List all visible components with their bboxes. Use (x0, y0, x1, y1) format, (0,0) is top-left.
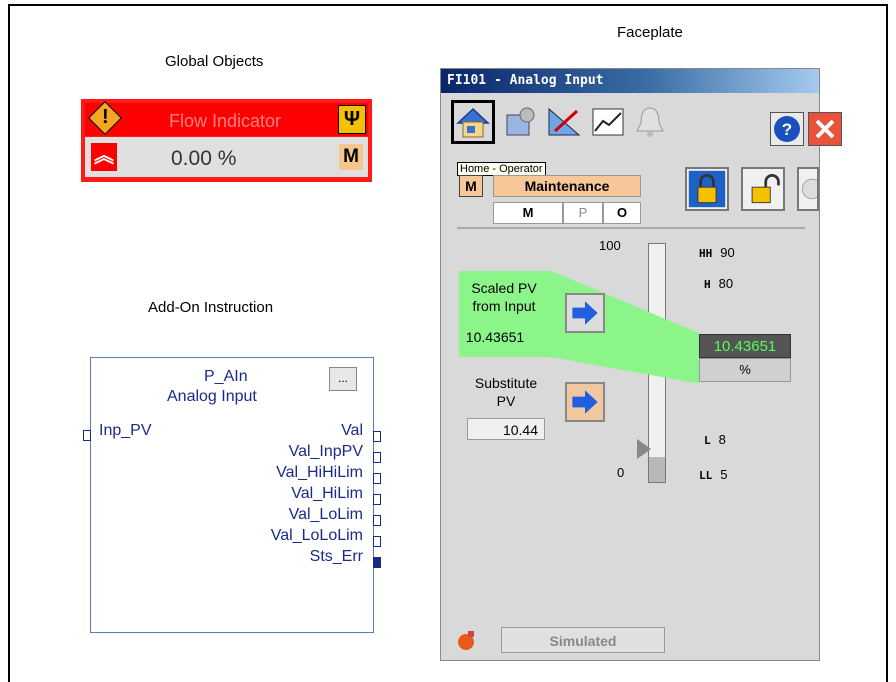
aoi-output-val-lololim: Val_LoLoLim (270, 527, 363, 544)
scale-bottom-label: 0 (617, 465, 625, 480)
limit-hh: HH 90 (699, 245, 735, 260)
svg-text:?: ? (782, 120, 792, 139)
aoi-output-sts-err: Sts_Err (309, 548, 363, 565)
mode-text: Maintenance (493, 175, 641, 197)
simulation-icon (458, 631, 474, 650)
aoi-pin-val-hilim[interactable] (373, 494, 381, 505)
trends-icon[interactable] (589, 103, 627, 141)
use-substitute-button[interactable] (565, 382, 605, 422)
faceplate-title: FI101 - Analog Input (447, 73, 604, 88)
limit-ll: LL 5 (699, 467, 728, 482)
global-object-body: ︽ 0.00 % M (85, 137, 368, 177)
aoi-output-val-hihilim: Val_HiHiLim (276, 464, 363, 481)
global-object-header: ! Flow Indicator Ψ (85, 101, 368, 136)
global-objects-label: Global Objects (165, 53, 264, 70)
mode-box-o: O (603, 202, 641, 224)
aoi-input-pin-label: Inp_PV (99, 422, 152, 439)
alarm-exclaim: ! (102, 106, 109, 128)
aoi-output-val-lolim: Val_LoLim (288, 506, 363, 523)
home-icon[interactable] (454, 103, 492, 141)
aoi-output-val-inppv: Val_InpPV (288, 443, 363, 460)
limit-l: L8 (704, 432, 726, 447)
aoi-output-val-hilim: Val_HiLim (291, 485, 363, 502)
faceplate-label: Faceplate (617, 24, 683, 41)
substitute-pv-label: Substitute PV (474, 375, 538, 409)
maintenance-wrench-icon: Ψ (338, 105, 366, 134)
aoi-pin-val-lolim[interactable] (373, 515, 381, 526)
setpoint-pointer-icon (637, 439, 651, 459)
close-icon[interactable] (808, 112, 842, 146)
aoi-pin-val-inppv[interactable] (373, 452, 381, 463)
scale-top-label: 100 (599, 238, 621, 253)
trend-edit-icon[interactable] (545, 103, 583, 141)
aoi-name: P_AIn (204, 368, 248, 385)
aoi-pin-val-hihilim[interactable] (373, 473, 381, 484)
global-object-flow-indicator[interactable]: ! Flow Indicator Ψ ︽ 0.00 % M (81, 99, 372, 182)
aoi-pin-val-lololim[interactable] (373, 536, 381, 547)
aoi-block[interactable]: P_AIn Analog Input ... Inp_PV Val Val_In… (90, 357, 374, 633)
alarm-bell-icon[interactable] (631, 103, 669, 141)
global-object-title: Flow Indicator (168, 111, 282, 131)
limit-h: H 80 (704, 276, 734, 291)
aoi-output-val: Val (341, 422, 363, 439)
use-input-button[interactable] (565, 293, 605, 333)
aoi-pin-val[interactable] (373, 431, 381, 442)
faceplate-divider (457, 227, 805, 229)
aoi-input-pin[interactable] (83, 430, 91, 441)
pv-output-unit: % (699, 358, 791, 382)
scaled-pv-label: Scaled PV from Input (471, 280, 537, 314)
engineering-icon[interactable] (501, 103, 539, 141)
aoi-description: Analog Input (167, 388, 257, 405)
high-chevron-icon: ︽ (91, 143, 117, 171)
home-tooltip: Home - Operator (457, 162, 546, 176)
pv-output-value: 10.43651 (699, 334, 791, 358)
global-object-value: 0.00 % (171, 147, 237, 170)
mode-badge: M (339, 144, 363, 170)
substitute-pv-input[interactable]: 10.44 (467, 418, 545, 440)
unlock-icon[interactable] (741, 167, 785, 211)
faceplate-window: FI101 - Analog Input ? Home - Operator M… (440, 68, 842, 661)
aoi-properties-button[interactable]: ... (329, 367, 357, 391)
help-icon[interactable]: ? (770, 112, 804, 146)
reset-icon[interactable] (797, 167, 819, 211)
scaled-pv-value: 10.43651 (465, 329, 525, 345)
aoi-pin-sts-err[interactable] (373, 557, 381, 568)
mode-box-p: P (563, 202, 603, 224)
faceplate-titlebar: FI101 - Analog Input (441, 69, 819, 93)
simulated-status: Simulated (501, 627, 665, 653)
mode-box-m: M (493, 202, 563, 224)
lock-icon[interactable] (685, 167, 729, 211)
mode-indicator: M (459, 175, 483, 197)
aoi-label: Add-On Instruction (148, 299, 274, 316)
